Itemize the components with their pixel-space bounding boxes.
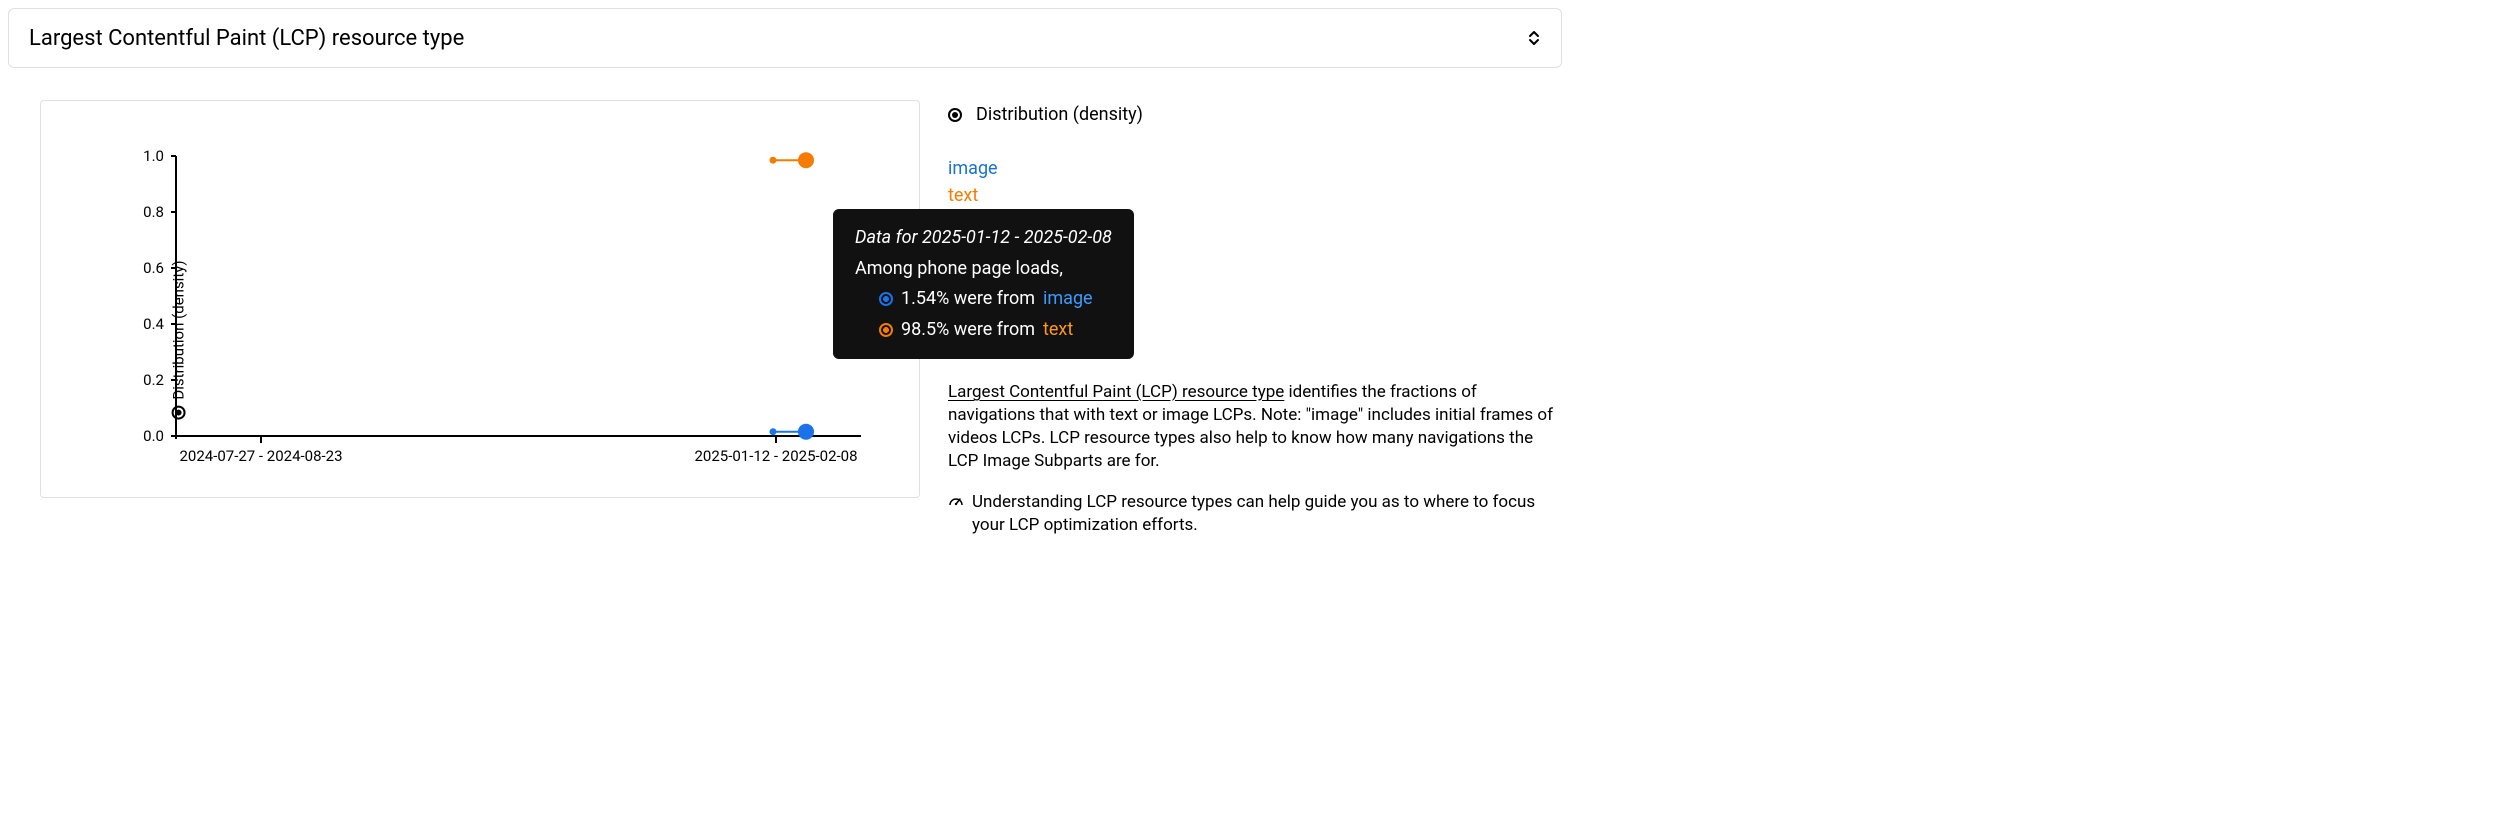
metric-selector-label: Largest Contentful Paint (LCP) resource … <box>29 26 464 51</box>
chart-container: Distribution (density) <box>40 100 920 498</box>
description: Largest Contentful Paint (LCP) resource … <box>948 381 1562 473</box>
speed-icon <box>948 493 964 509</box>
ytick-4: 0.8 <box>143 203 164 221</box>
hint-text: Understanding LCP resource types can hel… <box>972 491 1562 537</box>
xtick-1: 2025-01-12 - 2025-02-08 <box>694 447 857 465</box>
hint: Understanding LCP resource types can hel… <box>948 491 1562 537</box>
legend-mode-row: Distribution (density) <box>948 104 1562 125</box>
description-link[interactable]: Largest Contentful Paint (LCP) resource … <box>948 382 1284 402</box>
tooltip-text-marker-icon <box>879 323 893 337</box>
ytick-0: 0.0 <box>143 427 164 445</box>
ytick-2: 0.4 <box>143 315 164 333</box>
tooltip-image-marker-icon <box>879 292 893 306</box>
metric-selector[interactable]: Largest Contentful Paint (LCP) resource … <box>8 8 1562 68</box>
side-panel: Distribution (density) image text Larges… <box>948 100 1562 537</box>
legend-series: image text <box>948 155 1562 209</box>
updown-icon <box>1527 29 1541 47</box>
chart-plot[interactable]: 0.0 0.2 0.4 0.6 0.8 1.0 2024-07-27 - 202… <box>41 101 921 499</box>
legend-image[interactable]: image <box>948 155 1562 182</box>
density-marker-icon <box>948 108 962 122</box>
legend-mode-label: Distribution (density) <box>976 104 1143 125</box>
ytick-3: 0.6 <box>143 259 164 277</box>
legend-text[interactable]: text <box>948 182 1562 209</box>
ytick-5: 1.0 <box>143 147 164 165</box>
ytick-1: 0.2 <box>143 371 164 389</box>
xtick-0: 2024-07-27 - 2024-08-23 <box>179 447 342 465</box>
